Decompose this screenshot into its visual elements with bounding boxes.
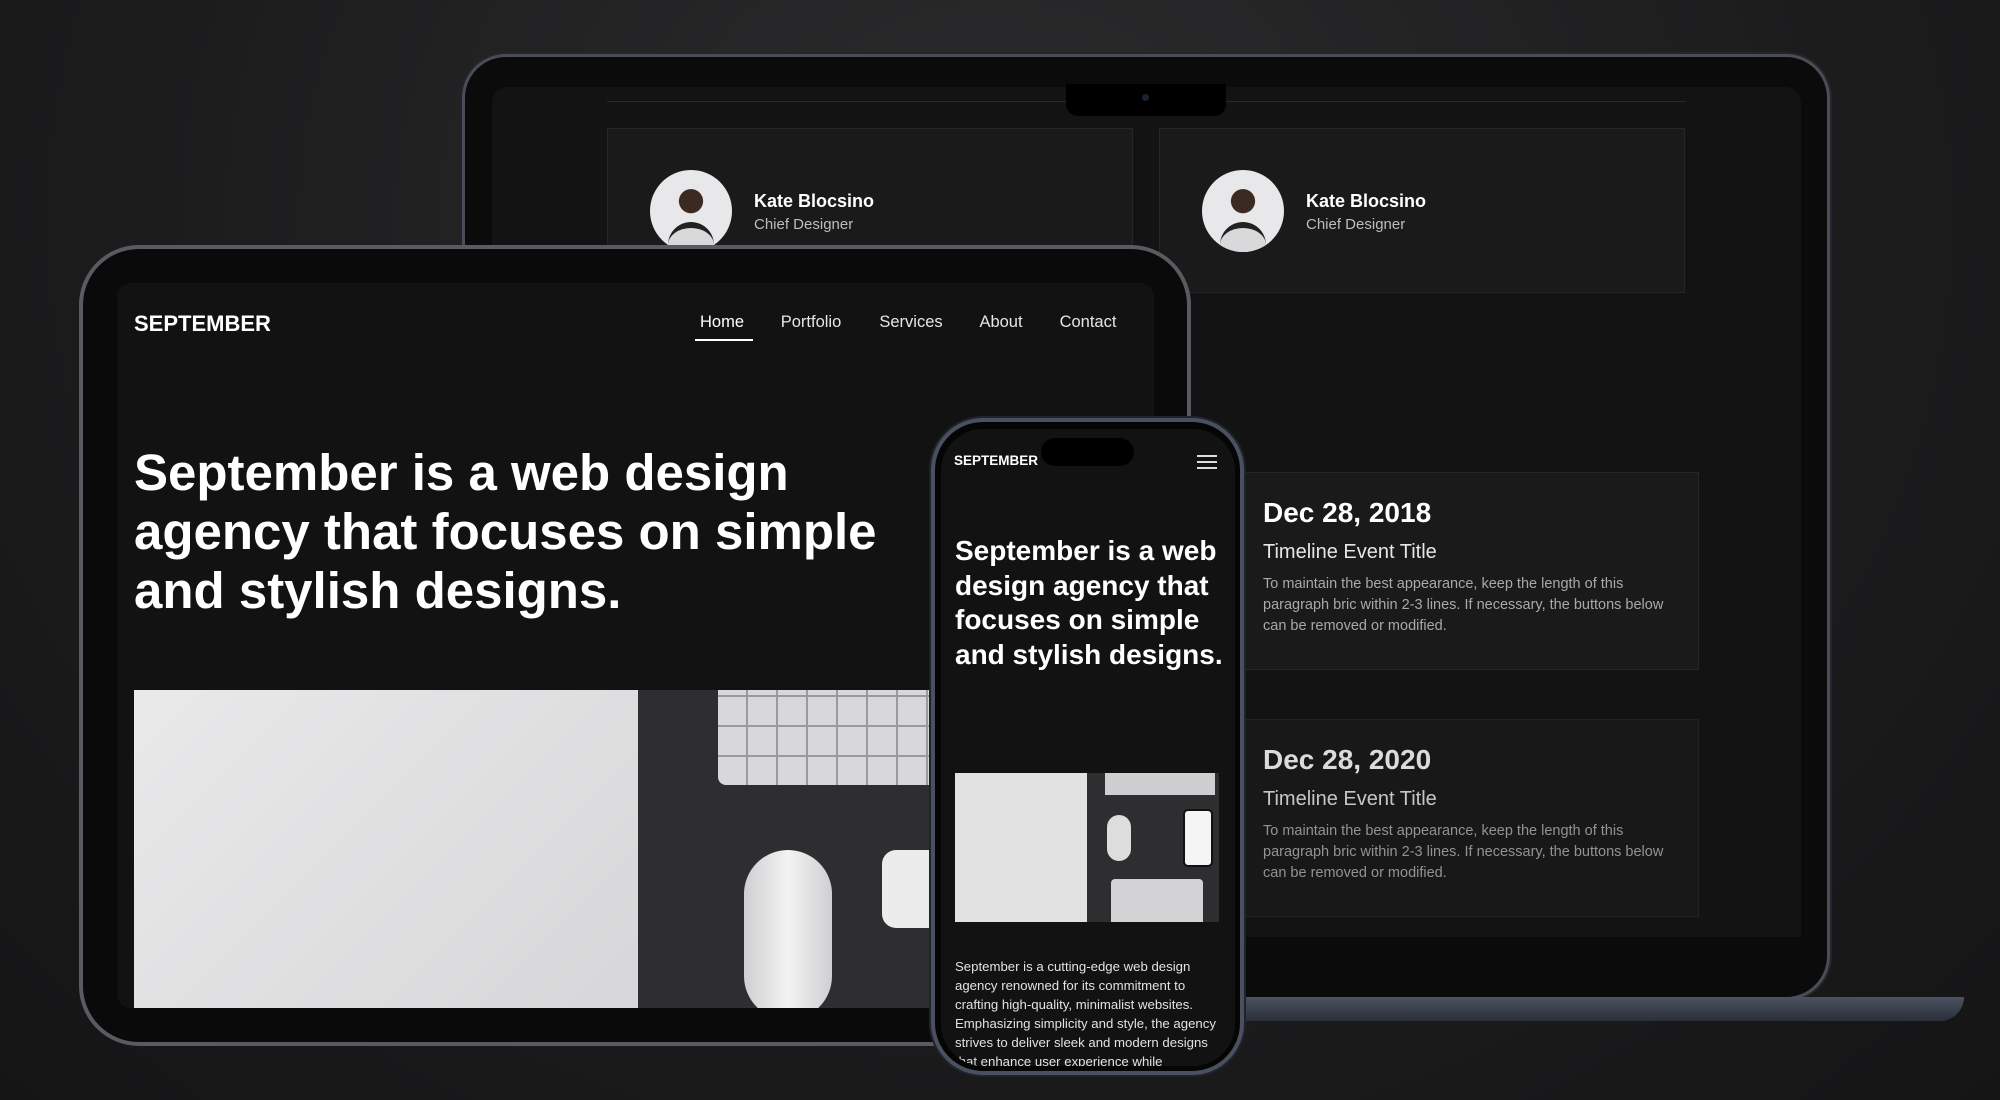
active-nav-underline [695,339,753,341]
timeline-date: Dec 28, 2018 [1263,497,1432,528]
profile-card: Kate Blocsino Chief Designer [1159,128,1685,293]
timeline-description: To maintain the best appearance, keep th… [1263,576,1664,634]
paper-image [955,773,1087,922]
hamburger-icon[interactable] [1197,455,1217,469]
hero-heading: September is a web design agency that fo… [134,444,877,619]
camera-icon [1142,94,1149,101]
timeline-title: Timeline Event Title [1263,788,1437,810]
avatar [1202,170,1284,252]
keyboard-image [718,690,958,785]
phone-screen: SEPTEMBER September is a web design agen… [941,429,1235,1066]
dynamic-island [1041,438,1134,466]
timeline-title: Timeline Event Title [1263,541,1437,563]
profile-name: Kate Blocsino [1306,191,1427,211]
profile-role: Chief Designer [1306,216,1406,233]
timeline-card: Dec 28, 2018 Timeline Event Title To mai… [1244,472,1699,670]
logo[interactable]: SEPTEMBER [954,453,1038,468]
hero-image [955,773,1219,922]
profile-role: Chief Designer [754,216,854,233]
avatar [650,170,732,252]
camera-notch [1066,84,1226,116]
nav-portfolio[interactable]: Portfolio [781,313,842,332]
nav-services[interactable]: Services [879,313,942,332]
hero-heading: September is a web design agency that fo… [955,535,1223,670]
timeline-date: Dec 28, 2020 [1263,744,1432,775]
logo[interactable]: SEPTEMBER [134,311,271,337]
tablet-image [1111,879,1203,922]
laptop-base [1186,997,1964,1021]
paper-image [134,690,638,1008]
phone-image [1183,809,1213,867]
mouse-image [744,850,832,1008]
nav-contact[interactable]: Contact [1060,313,1117,332]
timeline-card: Dec 28, 2020 Timeline Event Title To mai… [1244,719,1699,917]
nav-home[interactable]: Home [700,313,744,332]
intro-paragraph: September is a cutting-edge web design a… [955,959,1216,1066]
timeline-description: To maintain the best appearance, keep th… [1263,823,1664,881]
nav-about[interactable]: About [979,313,1022,332]
mouse-image [1107,815,1131,861]
keyboard-image [1105,773,1215,795]
profile-name: Kate Blocsino [754,191,875,211]
